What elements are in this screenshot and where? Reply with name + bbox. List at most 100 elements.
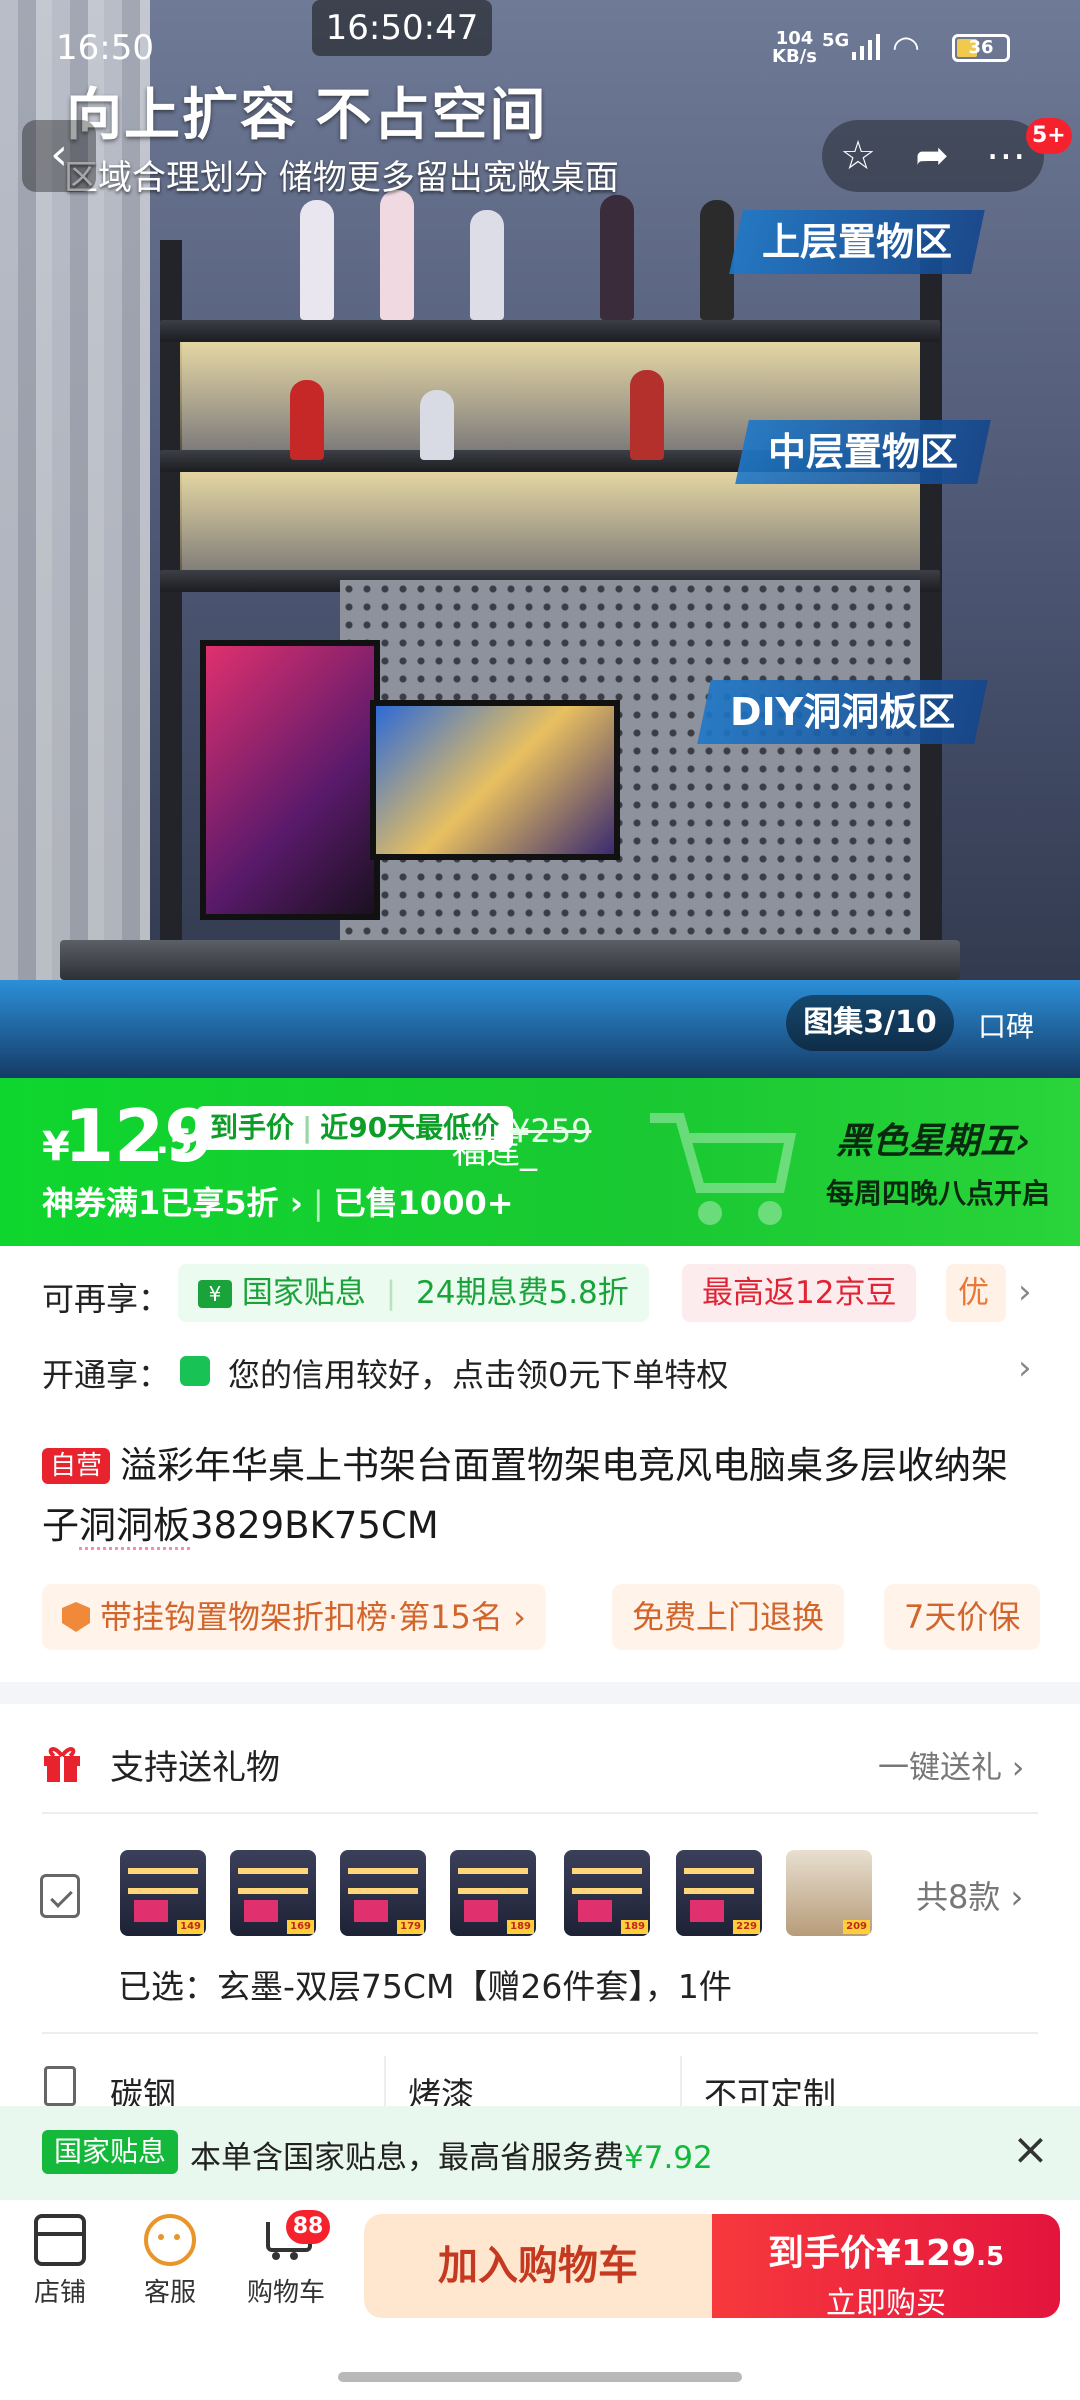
sku-selector[interactable]: 149 169 179 189 189 229 209 共8款 › 已选：玄墨-… (0, 1836, 1080, 2006)
bottom-action-bar: 店铺 客服 购物车 88 加入购物车 到手价¥129.5 立即购买 (0, 2200, 1080, 2340)
price-banner[interactable]: ¥ 129 .5 到手价 | 近90天最低价 ¥259 神券满1已享5折 › | 已售1… (0, 1078, 1080, 1246)
figurine (700, 200, 734, 320)
figurine (630, 370, 664, 460)
monitor-portrait (200, 640, 380, 920)
sku-thumb[interactable]: 229 (676, 1850, 762, 1936)
share-icon[interactable]: ➦ (904, 128, 960, 184)
chevron-right-icon: › (1011, 1750, 1025, 1786)
figurine (420, 390, 454, 460)
promo-title[interactable]: 黑色星期五› (836, 1112, 1031, 1164)
divider (42, 1812, 1038, 1814)
spec-custom: 不可定制 (704, 2075, 836, 2106)
membership-label: 开通享： (42, 1356, 171, 1394)
store-button[interactable]: 店铺 (10, 2214, 110, 2309)
more-badge: 5+ (1026, 118, 1072, 154)
store-icon (34, 2214, 86, 2266)
sku-thumb[interactable]: 149 (120, 1850, 206, 1936)
sku-thumb[interactable]: 209 (786, 1850, 872, 1936)
chevron-left-icon: ‹ (50, 129, 68, 180)
network-speed: 104 KB/s (772, 28, 817, 67)
shelf-upper (160, 320, 940, 342)
cart-badge: 88 (286, 2210, 330, 2244)
close-icon[interactable]: × (1012, 2124, 1049, 2175)
membership-text: 您的信用较好，点击领0元下单特权 (228, 1356, 729, 1394)
cart-watermark-icon (650, 1113, 797, 1225)
beans-chip[interactable]: 最高返12京豆 (682, 1264, 917, 1322)
hero-subline: 区域合理划分 储物更多留出宽敞桌面 (64, 158, 619, 198)
product-title: 自营 溢彩年华桌上书架台面置物架电竞风电脑桌多层收纳架子洞洞板3829BK75CM (42, 1436, 1042, 1556)
shelf-post (920, 240, 942, 980)
spec-row[interactable]: 碳钢 烤漆 不可定制 (0, 2046, 1080, 2106)
self-operated-badge: 自营 (42, 1448, 111, 1484)
figurine (470, 210, 504, 320)
chevron-right-icon: › (1010, 1878, 1024, 1916)
status-time: 16:50 (56, 28, 154, 68)
reputation-stamp: 口碑 (978, 1010, 1035, 1043)
clock-overlay: 16:50:47 (312, 0, 492, 56)
customer-service-icon (144, 2214, 196, 2266)
sku-thumb[interactable]: 169 (230, 1850, 316, 1936)
document-icon (44, 2066, 76, 2106)
shield-icon (180, 1356, 210, 1386)
gallery-counter[interactable]: 图集3/10 (786, 995, 954, 1051)
sku-check-icon (40, 1874, 80, 1918)
monitor-main (370, 700, 620, 860)
more-benefit-chip[interactable]: 优 (946, 1264, 1006, 1322)
medal-icon (62, 1602, 90, 1632)
customer-service-button[interactable]: 客服 (120, 2214, 220, 2309)
zone-label-upper: 上层置物区 (729, 210, 985, 274)
one-click-gift[interactable]: 一键送礼 › (878, 1742, 1024, 1787)
add-to-cart-button[interactable]: 加入购物车 (364, 2214, 712, 2318)
signal-type: 5G (822, 30, 850, 51)
benefits-row: 可再享： ¥ 国家贴息 | 24期息费5.8折 最高返12京豆 优 › (0, 1262, 1080, 1330)
sku-count[interactable]: 共8款 › (916, 1872, 1023, 1918)
chevron-right-icon: › (289, 1184, 303, 1222)
gift-row[interactable]: 支持送礼物 一键送礼 › (0, 1720, 1080, 1810)
battery-icon: 36 (952, 34, 1010, 62)
chevron-right-icon: › (1018, 1348, 1032, 1388)
subsidy-notice-bar: 国家贴息 本单含国家贴息，最高省服务费¥7.92 × (0, 2106, 1080, 2200)
figurine (290, 380, 324, 460)
subsidy-installment-chip[interactable]: ¥ 国家贴息 | 24期息费5.8折 (178, 1264, 649, 1322)
free-return-tag[interactable]: 免费上门退换 (612, 1584, 845, 1650)
back-button[interactable]: ‹ (22, 120, 96, 192)
sku-selected-text: 已选：玄墨-双层75CM【赠26件套】，1件 (118, 1967, 732, 2006)
zone-label-middle: 中层置物区 (735, 420, 991, 484)
chevron-right-icon: › (1016, 1121, 1031, 1162)
top-action-group: ☆ ➦ ⋯ (822, 120, 1044, 192)
spec-finish: 烤漆 (408, 2075, 474, 2106)
gift-icon (44, 1747, 80, 1782)
subsidy-text: 本单含国家贴息，最高省服务费¥7.92 (190, 2140, 713, 2176)
underlined-keyword: 洞洞板 (79, 1504, 190, 1550)
membership-row[interactable]: 开通享： 您的信用较好，点击领0元下单特权 › (0, 1340, 1080, 1400)
coupon-info[interactable]: 神券满1已享5折 › | 已售1000+ (42, 1178, 514, 1224)
price-protect-tag[interactable]: 7天价保 (884, 1584, 1041, 1650)
section-divider (0, 1682, 1080, 1704)
sold-count: 已售1000+ (333, 1184, 514, 1222)
subsidy-tag: 国家贴息 (42, 2130, 179, 2174)
sku-thumb[interactable]: 179 (340, 1850, 426, 1936)
shelf-post (160, 240, 182, 980)
buy-now-button[interactable]: 到手价¥129.5 立即购买 (712, 2214, 1060, 2321)
subsidy-icon: ¥ (198, 1280, 232, 1308)
sku-thumb[interactable]: 189 (450, 1850, 536, 1936)
figurine (380, 190, 414, 320)
sku-thumb[interactable]: 189 (564, 1850, 650, 1936)
zone-label-diy: DIY洞洞板区 (697, 680, 989, 744)
desk-top (60, 940, 960, 980)
signal-bars-icon (852, 34, 880, 60)
home-indicator[interactable] (338, 2372, 742, 2382)
price-decimal: .5 (156, 1122, 193, 1162)
wifi-icon: ◠ (892, 28, 920, 66)
service-tags: 带挂钩置物架折扣榜·第15名 › 免费上门退换 7天价保 (42, 1584, 1080, 1650)
chevron-right-icon[interactable]: › (1018, 1272, 1032, 1312)
favorite-star-icon[interactable]: ☆ (830, 128, 886, 184)
ranking-tag[interactable]: 带挂钩置物架折扣榜·第15名 › (42, 1584, 546, 1650)
status-bar: 16:50 16:50:47 104 KB/s 5G ◠ 36 (0, 0, 1080, 98)
benefits-label: 可再享： (42, 1280, 171, 1318)
divider (42, 2032, 1038, 2034)
promo-subtitle: 每周四晚八点开启 (826, 1177, 1051, 1210)
floating-overlay-text: 福莲_ (452, 1132, 537, 1172)
shelf-light (180, 470, 920, 580)
gift-label: 支持送礼物 (110, 1748, 280, 1788)
